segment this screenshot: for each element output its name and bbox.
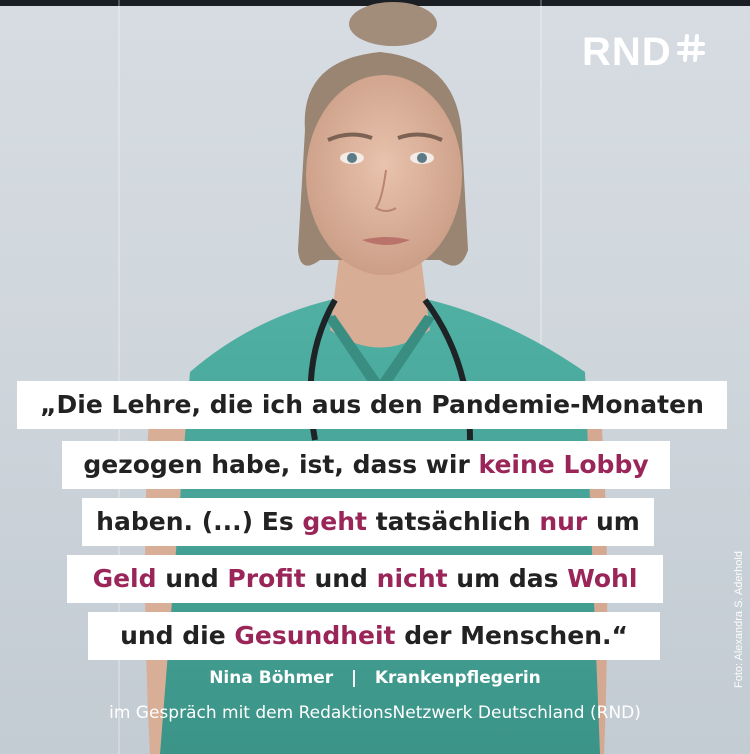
hair-bun <box>349 2 437 46</box>
quote-line-3: haben. (...) Es geht tatsächlich nur um <box>82 498 654 546</box>
right-iris <box>417 153 427 163</box>
attribution-name: Nina Böhmer | Krankenpflegerin <box>0 668 750 688</box>
quote-text: um <box>587 507 640 536</box>
quote-text: der Menschen.“ <box>395 621 628 650</box>
photo-background: RND Foto: Alexandra S. Aderhold „Die Leh… <box>0 0 750 754</box>
highlighted-word: nicht <box>376 564 448 593</box>
quote-text: und <box>305 564 377 593</box>
quote-text: um das <box>447 564 568 593</box>
quote-text: „Die Lehre, die ich aus den Pandemie-Mon… <box>40 390 704 419</box>
quote-text: gezogen habe, ist, dass wir <box>83 450 479 479</box>
quote-text: haben. (...) Es <box>96 507 303 536</box>
quote-text: und <box>156 564 228 593</box>
quote-text: tatsächlich <box>367 507 540 536</box>
attribution-source: im Gespräch mit dem RedaktionsNetzwerk D… <box>109 703 641 723</box>
left-iris <box>347 153 357 163</box>
rnd-logo: RND <box>582 28 706 76</box>
quote-line-2: gezogen habe, ist, dass wir keine Lobby <box>62 441 670 489</box>
quote-line-5: und die Gesundheit der Menschen.“ <box>88 612 660 660</box>
highlighted-word: Gesundheit <box>234 621 396 650</box>
person-role: Krankenpflegerin <box>374 668 541 688</box>
quote-line-1: „Die Lehre, die ich aus den Pandemie-Mon… <box>17 381 727 429</box>
highlighted-word: nur <box>539 507 588 536</box>
hash-icon <box>676 34 705 62</box>
highlighted-word: keine Lobby <box>478 450 649 479</box>
highlighted-word: geht <box>302 507 368 536</box>
person-name: Nina Böhmer <box>209 668 334 688</box>
quote-line-4: Geld und Profit und nicht um das Wohl <box>67 555 663 603</box>
logo-text: RND <box>582 29 672 74</box>
highlighted-word: Wohl <box>567 564 638 593</box>
face <box>306 75 462 275</box>
separator: | <box>350 668 358 688</box>
highlighted-word: Profit <box>227 564 306 593</box>
quote-text: und die <box>120 621 235 650</box>
highlighted-word: Geld <box>92 564 157 593</box>
